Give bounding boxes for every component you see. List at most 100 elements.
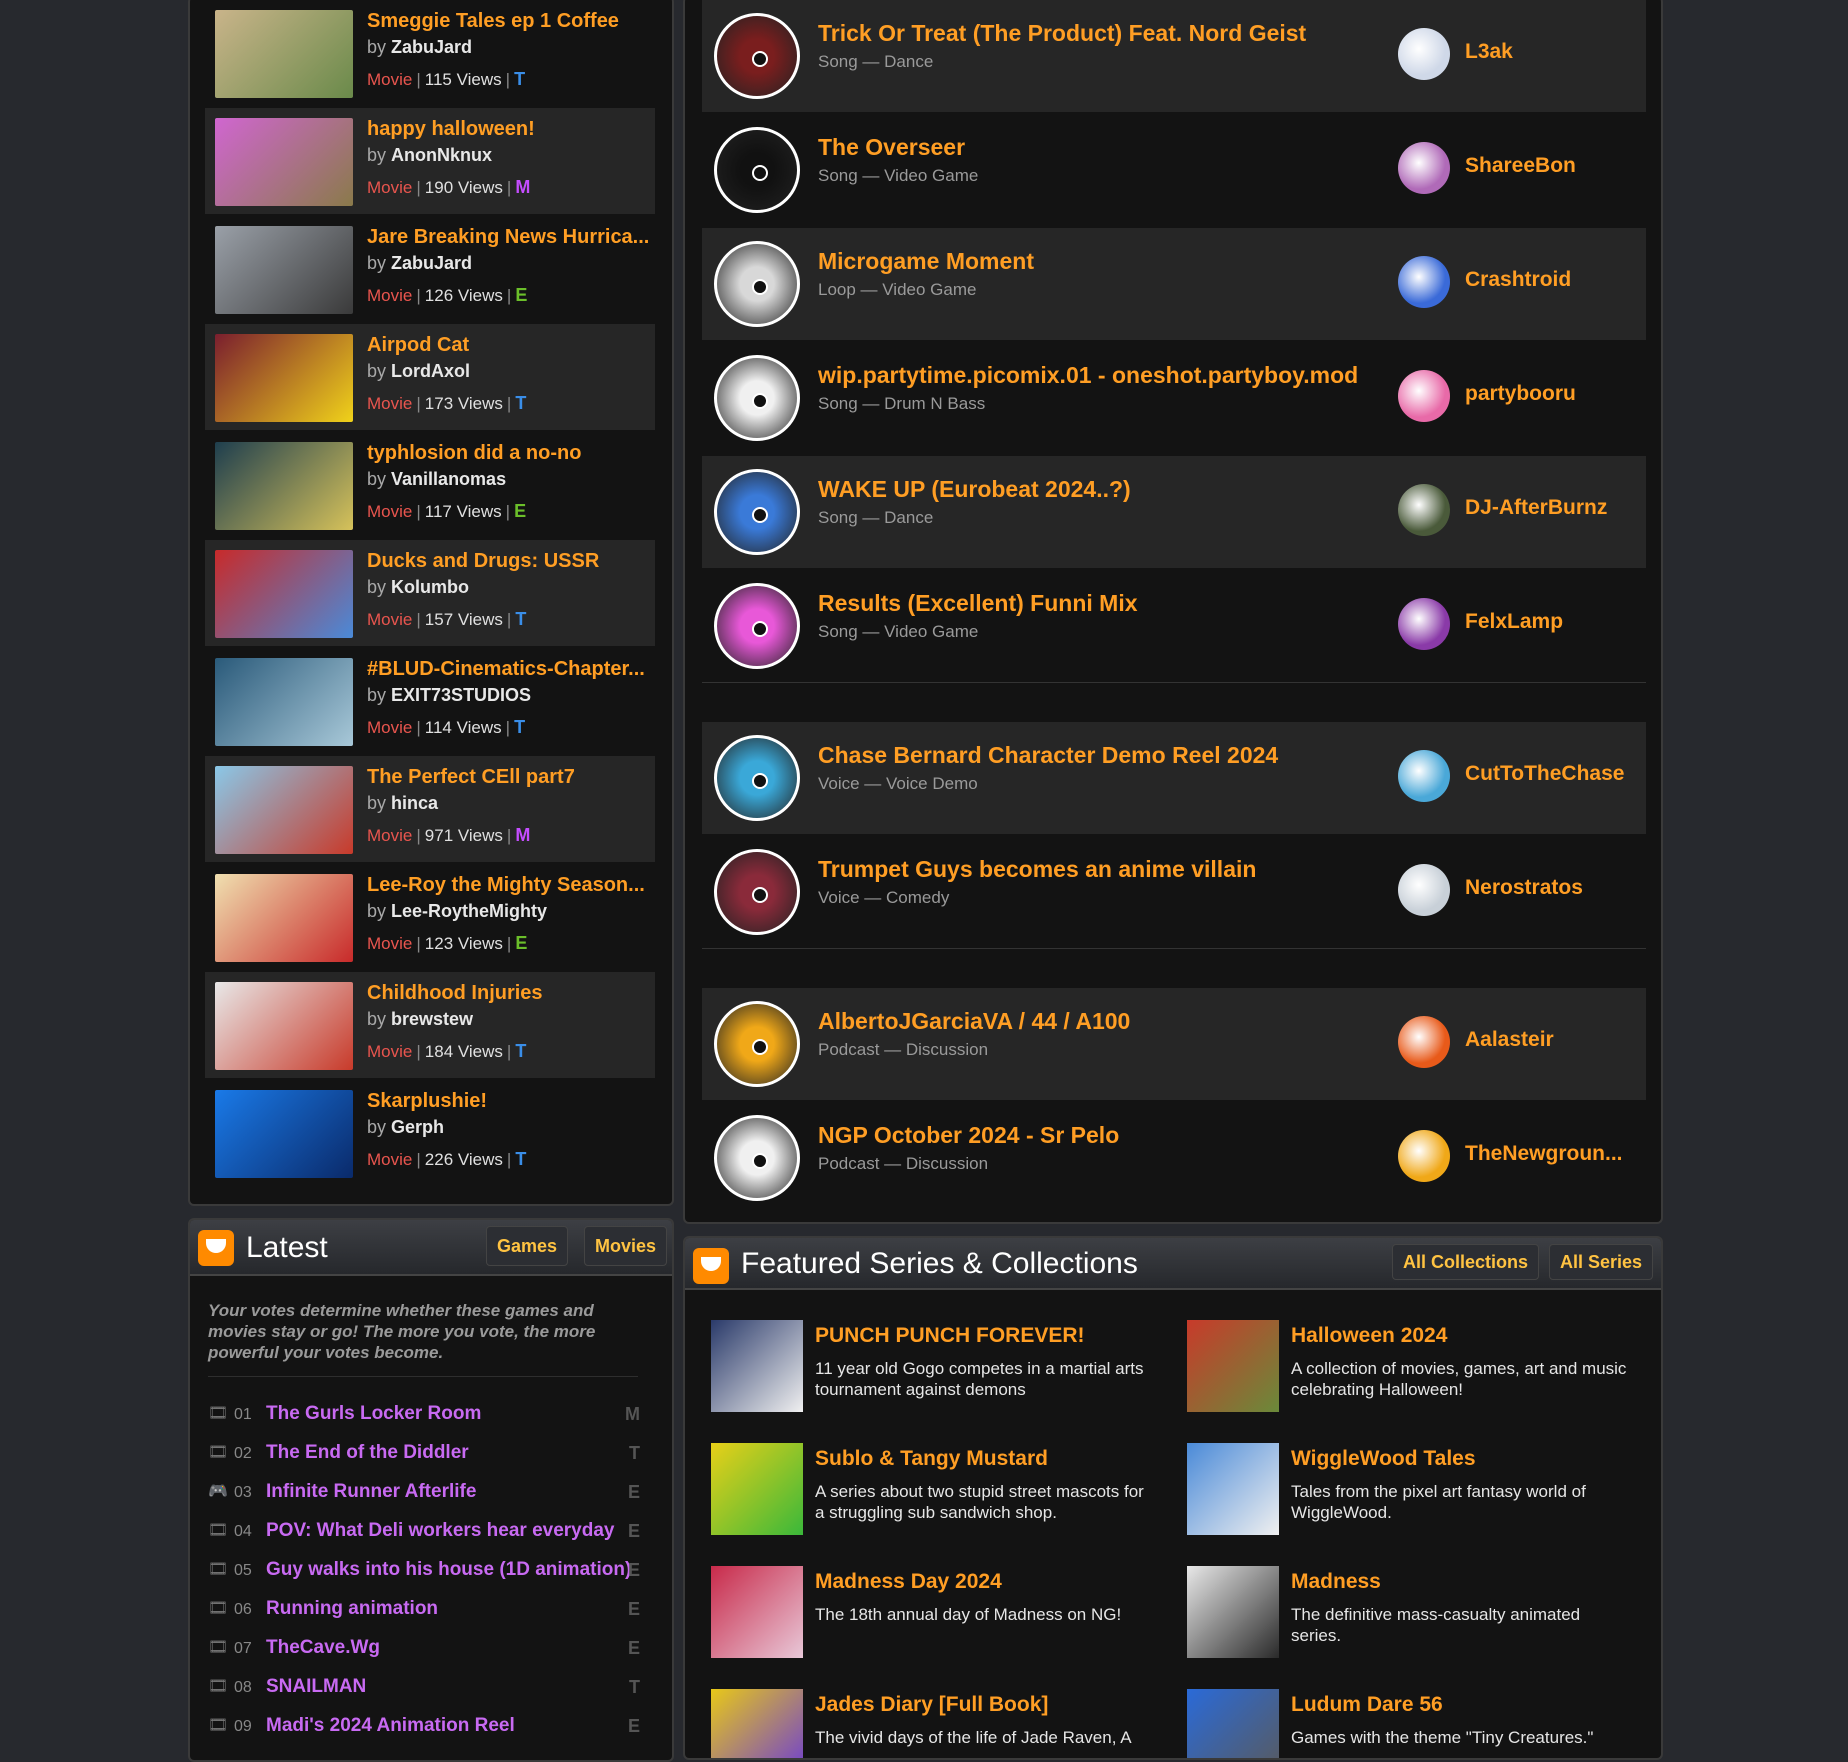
featured-item[interactable]: Ludum Dare 56 Games with the theme "Tiny …	[1187, 1689, 1647, 1758]
latest-title-link[interactable]: SNAILMAN	[266, 1676, 366, 1698]
movie-item[interactable]: Lee-Roy the Mighty Season... by Lee-Royth…	[205, 864, 655, 970]
featured-thumbnail[interactable]	[1187, 1320, 1279, 1412]
avatar[interactable]	[1398, 142, 1450, 194]
featured-item[interactable]: Madness The definitive mass-casualty anim…	[1187, 1566, 1647, 1686]
featured-thumbnail[interactable]	[711, 1689, 803, 1758]
movie-author[interactable]: ZabuJard	[391, 37, 472, 57]
artist-name[interactable]: Nerostratos	[1465, 876, 1637, 900]
featured-title-link[interactable]: Madness Day 2024	[815, 1570, 1002, 1594]
movie-title[interactable]: typhlosion did a no-no	[367, 442, 652, 465]
featured-title-link[interactable]: Sublo & Tangy Mustard	[815, 1447, 1048, 1471]
movie-title[interactable]: Lee-Roy the Mighty Season...	[367, 874, 652, 897]
movie-author[interactable]: Vanillanomas	[391, 469, 506, 489]
movie-author[interactable]: hinca	[391, 793, 438, 813]
artist-name[interactable]: ShareeBon	[1465, 154, 1637, 178]
latest-item[interactable]: 🎮 03 Infinite Runner Afterlife E	[208, 1478, 648, 1508]
latest-title-link[interactable]: Madi's 2024 Animation Reel	[266, 1715, 515, 1737]
movie-thumbnail[interactable]	[215, 10, 353, 98]
audio-disc-icon[interactable]	[714, 469, 800, 555]
audio-title[interactable]: AlbertoJGarciaVA / 44 / A100	[818, 1008, 1378, 1035]
audio-title[interactable]: Microgame Moment	[818, 248, 1378, 275]
avatar[interactable]	[1398, 598, 1450, 650]
audio-disc-icon[interactable]	[714, 1001, 800, 1087]
featured-title-link[interactable]: Jades Diary [Full Book]	[815, 1693, 1048, 1717]
audio-disc-icon[interactable]	[714, 583, 800, 669]
movie-author[interactable]: ZabuJard	[391, 253, 472, 273]
movie-item[interactable]: Airpod Cat by LordAxol Movie | 173 Views | T	[205, 324, 655, 430]
movie-title[interactable]: Airpod Cat	[367, 334, 652, 357]
movie-thumbnail[interactable]	[215, 766, 353, 854]
artist-name[interactable]: FelxLamp	[1465, 610, 1637, 634]
latest-title-link[interactable]: Infinite Runner Afterlife	[266, 1481, 476, 1503]
movie-thumbnail[interactable]	[215, 334, 353, 422]
all-collections-button[interactable]: All Collections	[1392, 1244, 1540, 1280]
movie-author[interactable]: Lee-RoytheMighty	[391, 901, 547, 921]
featured-title-link[interactable]: PUNCH PUNCH FOREVER!	[815, 1324, 1085, 1348]
movie-thumbnail[interactable]	[215, 118, 353, 206]
featured-thumbnail[interactable]	[1187, 1689, 1279, 1758]
movie-title[interactable]: Childhood Injuries	[367, 982, 652, 1005]
artist-name[interactable]: Aalasteir	[1465, 1028, 1637, 1052]
avatar[interactable]	[1398, 484, 1450, 536]
movie-item[interactable]: Skarplushie! by Gerph Movie | 226 Views | T	[205, 1080, 655, 1186]
audio-item[interactable]: Trick Or Treat (The Product) Feat. Nord …	[702, 0, 1646, 112]
latest-item[interactable]: 🎞 04 POV: What Deli workers hear everyday E	[208, 1517, 648, 1547]
featured-title-link[interactable]: WiggleWood Tales	[1291, 1447, 1476, 1471]
movie-thumbnail[interactable]	[215, 442, 353, 530]
movie-item[interactable]: #BLUD-Cinematics-Chapter... by EXIT73STUD…	[205, 648, 655, 754]
featured-item[interactable]: WiggleWood Tales Tales from the pixel art…	[1187, 1443, 1647, 1563]
movie-author[interactable]: Gerph	[391, 1117, 444, 1137]
audio-item[interactable]: NGP October 2024 - Sr Pelo Podcast — Disc…	[702, 1102, 1646, 1214]
latest-item[interactable]: 🎞 07 TheCave.Wg E	[208, 1634, 648, 1664]
avatar[interactable]	[1398, 28, 1450, 80]
audio-title[interactable]: Trumpet Guys becomes an anime villain	[818, 856, 1378, 883]
latest-item[interactable]: 🎞 09 Madi's 2024 Animation Reel E	[208, 1712, 648, 1742]
movie-title[interactable]: Ducks and Drugs: USSR	[367, 550, 652, 573]
audio-disc-icon[interactable]	[714, 1115, 800, 1201]
featured-title-link[interactable]: Madness	[1291, 1570, 1381, 1594]
movies-tab[interactable]: Movies	[584, 1226, 668, 1266]
movie-author[interactable]: AnonNknux	[391, 145, 492, 165]
featured-item[interactable]: Sublo & Tangy Mustard A series about two …	[711, 1443, 1171, 1563]
audio-item[interactable]: Microgame Moment Loop — Video Game Crashtr…	[702, 228, 1646, 340]
avatar[interactable]	[1398, 750, 1450, 802]
latest-title-link[interactable]: Running animation	[266, 1598, 438, 1620]
artist-name[interactable]: DJ-AfterBurnz	[1465, 496, 1637, 520]
movie-thumbnail[interactable]	[215, 658, 353, 746]
movie-title[interactable]: #BLUD-Cinematics-Chapter...	[367, 658, 652, 681]
featured-thumbnail[interactable]	[711, 1443, 803, 1535]
movie-title[interactable]: Smeggie Tales ep 1 Coffee	[367, 10, 652, 33]
movie-thumbnail[interactable]	[215, 226, 353, 314]
all-series-button[interactable]: All Series	[1549, 1244, 1654, 1280]
movie-author[interactable]: LordAxol	[391, 361, 470, 381]
latest-title-link[interactable]: The End of the Diddler	[266, 1442, 469, 1464]
movie-item[interactable]: Smeggie Tales ep 1 Coffee by ZabuJard Movi…	[205, 0, 655, 106]
movie-item[interactable]: happy halloween! by AnonNknux Movie | 190 Vi…	[205, 108, 655, 214]
featured-item[interactable]: Madness Day 2024 The 18th annual day of M…	[711, 1566, 1171, 1686]
movie-author[interactable]: EXIT73STUDIOS	[391, 685, 531, 705]
audio-item[interactable]: The Overseer Song — Video Game ShareeBon	[702, 114, 1646, 226]
audio-item[interactable]: wip.partytime.picomix.01 - oneshot.party…	[702, 342, 1646, 454]
featured-item[interactable]: Halloween 2024 A collection of movies, ga…	[1187, 1320, 1647, 1440]
avatar[interactable]	[1398, 1016, 1450, 1068]
avatar[interactable]	[1398, 370, 1450, 422]
artist-name[interactable]: CutToTheChase	[1465, 762, 1637, 786]
movie-title[interactable]: Jare Breaking News Hurrica...	[367, 226, 652, 249]
audio-title[interactable]: Chase Bernard Character Demo Reel 2024	[818, 742, 1378, 769]
latest-item[interactable]: 🎞 06 Running animation E	[208, 1595, 648, 1625]
audio-item[interactable]: Trumpet Guys becomes an anime villain Voi…	[702, 836, 1646, 948]
featured-thumbnail[interactable]	[711, 1320, 803, 1412]
audio-title[interactable]: NGP October 2024 - Sr Pelo	[818, 1122, 1378, 1149]
featured-title-link[interactable]: Halloween 2024	[1291, 1324, 1447, 1348]
artist-name[interactable]: TheNewgroun...	[1465, 1142, 1637, 1166]
latest-title-link[interactable]: TheCave.Wg	[266, 1637, 380, 1659]
movie-item[interactable]: Ducks and Drugs: USSR by Kolumbo Movie | 157…	[205, 540, 655, 646]
audio-disc-icon[interactable]	[714, 849, 800, 935]
avatar[interactable]	[1398, 1130, 1450, 1182]
audio-item[interactable]: AlbertoJGarciaVA / 44 / A100 Podcast — Di…	[702, 988, 1646, 1100]
movie-thumbnail[interactable]	[215, 550, 353, 638]
movie-author[interactable]: brewstew	[391, 1009, 473, 1029]
audio-title[interactable]: WAKE UP (Eurobeat 2024..?)	[818, 476, 1378, 503]
movie-item[interactable]: typhlosion did a no-no by Vanillanomas Mov…	[205, 432, 655, 538]
audio-disc-icon[interactable]	[714, 127, 800, 213]
